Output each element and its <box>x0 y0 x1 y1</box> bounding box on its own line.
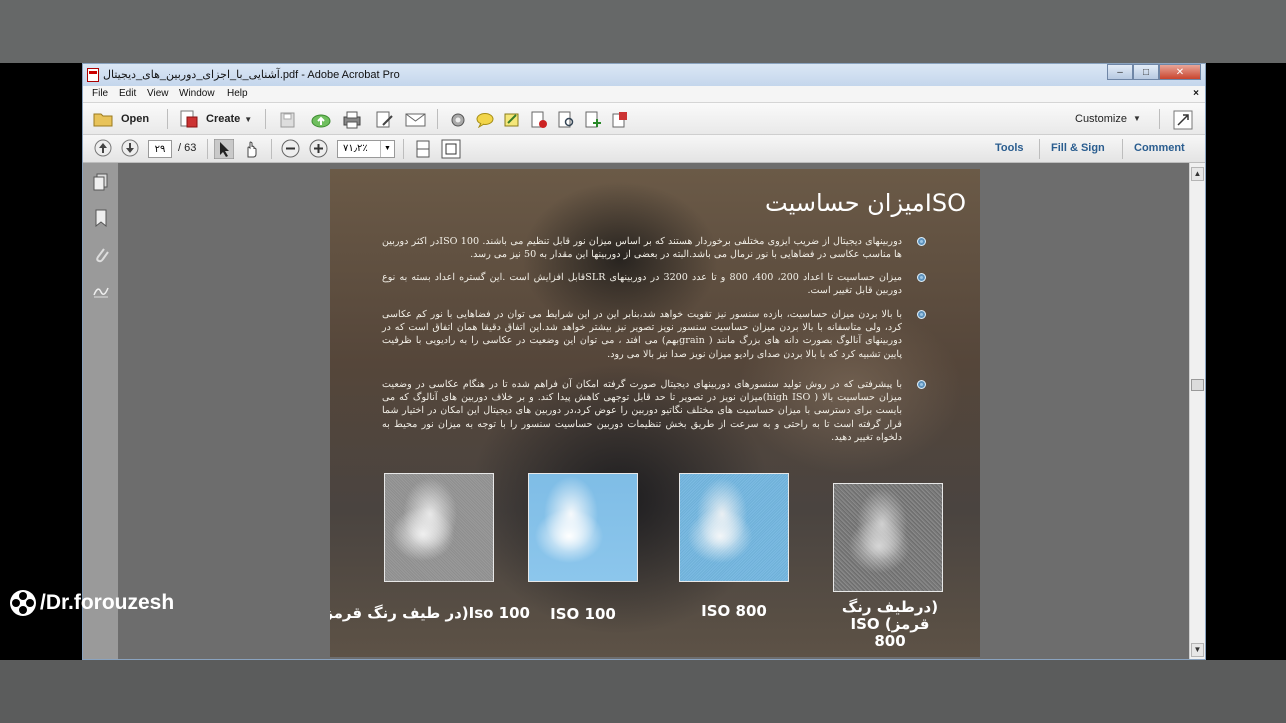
comment-pane-button[interactable]: Comment <box>1134 142 1185 154</box>
next-page-icon[interactable] <box>121 139 139 157</box>
watermark-text: /Dr.forouzesh <box>40 591 175 614</box>
slide-bullet-4: با پیشرفتی که در روش تولید سنسورهای دورب… <box>382 379 902 443</box>
bullet-icon <box>917 310 926 319</box>
save-icon[interactable] <box>279 111 297 129</box>
cloud-photo-iso100-red <box>384 473 494 582</box>
search-page-icon[interactable] <box>557 111 575 129</box>
insert-page-icon[interactable] <box>584 111 602 129</box>
create-label: Create <box>206 113 241 125</box>
email-icon[interactable] <box>405 112 427 128</box>
menu-help[interactable]: Help <box>227 88 248 99</box>
slide-bullet-1: دوربینهای دیجیتال از ضریب ایزوی مختلفی ب… <box>382 236 902 261</box>
caption-iso800: ISO 800 <box>701 602 767 620</box>
acrobat-window: آشنایی_با_اجزای_دوربین_های_دیجیتال.pdf -… <box>82 63 1206 660</box>
attachments-icon[interactable] <box>93 245 109 263</box>
zoom-value: ۷۱٫۲٪ <box>343 143 368 154</box>
cloud-photo-iso800-red <box>833 483 943 592</box>
create-pdf-icon <box>180 110 198 128</box>
channel-watermark: /Dr.forouzesh <box>10 590 174 616</box>
highlight-icon[interactable] <box>503 111 521 129</box>
print-icon[interactable] <box>342 111 362 129</box>
scroll-down-arrow-icon[interactable]: ▼ <box>1191 643 1204 657</box>
main-toolbar: Open Create ▼ Customize ▼ <box>83 103 1205 135</box>
bullet-icon <box>917 237 926 246</box>
slide-title: ISOمیزان حساسیت <box>765 189 966 217</box>
edit-pdf-icon[interactable] <box>375 111 395 129</box>
video-letterbox-top <box>0 0 1286 63</box>
cloud-upload-icon[interactable] <box>310 111 332 129</box>
folder-icon <box>93 113 113 127</box>
scroll-thumb[interactable] <box>1191 379 1204 391</box>
caption-iso100: ISO 100 <box>550 605 616 623</box>
pdf-file-icon <box>87 68 99 82</box>
pdf-page-slide: ISOمیزان حساسیت دوربینهای دیجیتال از ضری… <box>330 169 980 657</box>
expand-window-icon[interactable] <box>1173 110 1193 130</box>
fill-sign-pane-button[interactable]: Fill & Sign <box>1051 142 1105 154</box>
navigation-pane <box>83 163 119 659</box>
comment-bubble-icon[interactable] <box>476 112 494 128</box>
signatures-icon[interactable] <box>93 281 109 299</box>
create-button[interactable]: Create ▼ <box>179 110 252 128</box>
menu-edit[interactable]: Edit <box>119 88 136 99</box>
bookmarks-icon[interactable] <box>93 209 109 227</box>
chevron-down-icon: ▼ <box>244 114 253 124</box>
minimize-button[interactable]: – <box>1107 64 1133 80</box>
customize-menu[interactable]: Customize <box>1075 113 1127 125</box>
scrolling-mode-icon[interactable] <box>413 139 433 159</box>
film-reel-icon <box>10 590 36 616</box>
video-letterbox-bottom <box>0 660 1286 723</box>
open-label: Open <box>121 113 150 125</box>
tools-pane-button[interactable]: Tools <box>995 142 1024 154</box>
slide-bullet-2: میزان حساسیت تا اعداد 200، 400، 800 و تا… <box>382 272 903 297</box>
menu-bar: File Edit View Window Help × <box>83 86 1205 103</box>
cloud-photo-iso800 <box>679 473 789 582</box>
customize-chevron-icon: ▼ <box>1133 114 1141 123</box>
bullet-icon <box>917 380 926 389</box>
page-total-label: / 63 <box>178 142 197 154</box>
zoom-out-icon[interactable] <box>281 139 300 158</box>
cloud-photo-iso100 <box>528 473 638 582</box>
bullet-icon <box>917 273 926 282</box>
navigation-toolbar: / 63 ۷۱٫۲٪ ▼ Tools Fill & Sign Comment <box>83 135 1205 163</box>
window-title: آشنایی_با_اجزای_دوربین_های_دیجیتال.pdf -… <box>103 69 400 81</box>
previous-page-icon[interactable] <box>94 139 112 157</box>
gear-icon[interactable] <box>450 112 466 128</box>
menu-window[interactable]: Window <box>179 88 215 99</box>
menu-file[interactable]: File <box>92 88 108 99</box>
close-window-button[interactable]: ✕ <box>1159 64 1201 80</box>
delete-page-icon[interactable] <box>530 111 548 129</box>
export-pdf-icon[interactable] <box>611 111 629 129</box>
scroll-up-arrow-icon[interactable]: ▲ <box>1191 167 1204 181</box>
fit-page-icon[interactable] <box>441 139 461 159</box>
menu-view[interactable]: View <box>147 88 169 99</box>
zoom-select[interactable]: ۷۱٫۲٪ ▼ <box>337 140 395 158</box>
page-thumbnails-icon[interactable] <box>93 173 109 191</box>
close-document-button[interactable]: × <box>1193 88 1199 99</box>
hand-tool-icon[interactable] <box>242 139 262 159</box>
zoom-chevron-icon: ▼ <box>380 141 394 157</box>
page-number-input[interactable] <box>148 140 172 158</box>
vertical-scrollbar[interactable]: ▲ ▼ <box>1189 163 1205 659</box>
title-bar: آشنایی_با_اجزای_دوربین_های_دیجیتال.pdf -… <box>83 64 1205 86</box>
open-button[interactable]: Open <box>93 110 149 128</box>
slide-bullet-3: با بالا بردن میزان حساسیت، بازده سنسور ن… <box>382 309 903 360</box>
caption-iso100-red: Iso 100(در طیف رنگ قرمز) <box>330 604 530 622</box>
zoom-in-icon[interactable] <box>309 139 328 158</box>
maximize-button[interactable]: □ <box>1133 64 1159 80</box>
select-tool-icon[interactable] <box>214 139 234 159</box>
caption-iso800-red: (درطیف رنگ قرمز) ISO 800 <box>841 598 939 650</box>
